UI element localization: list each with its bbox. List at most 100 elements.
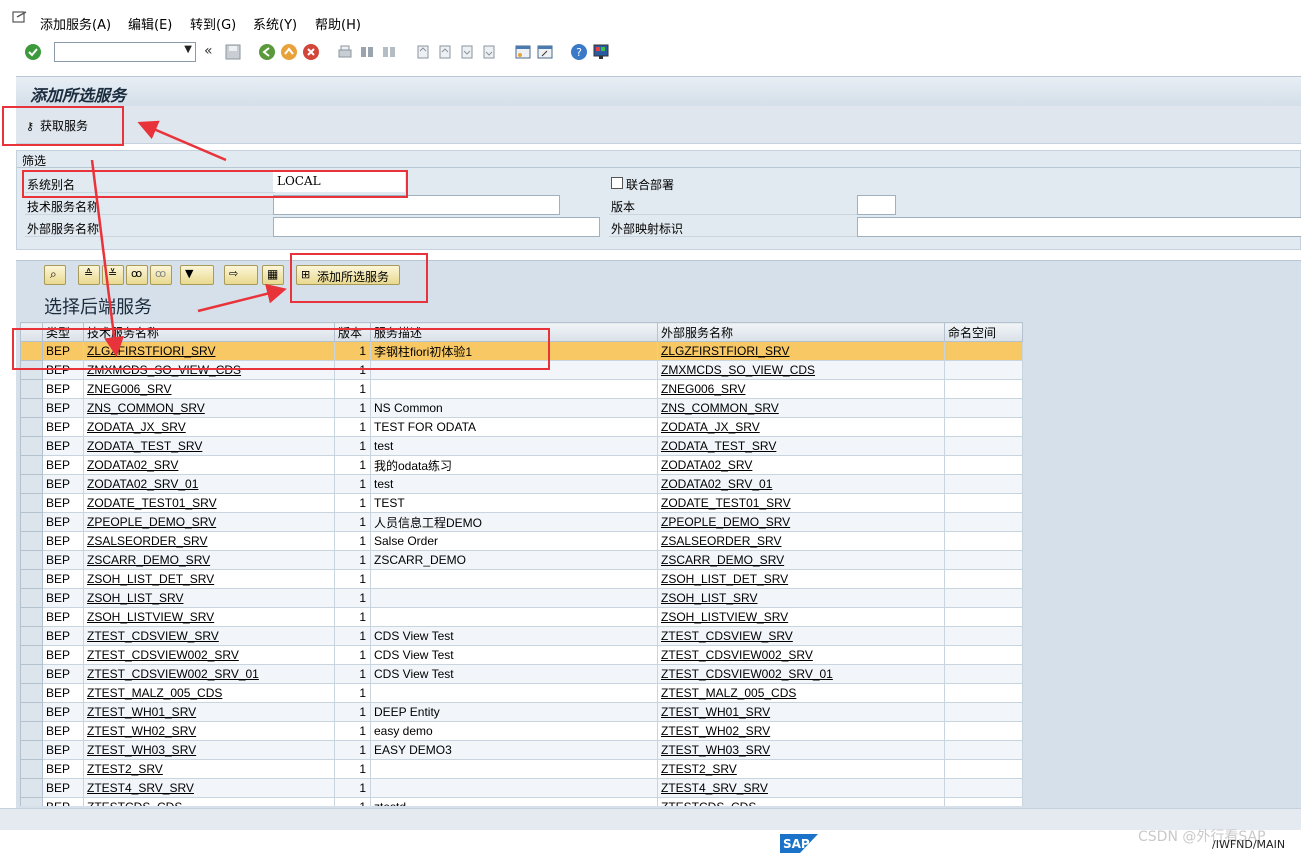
command-field[interactable]: ▼ <box>54 42 196 62</box>
row-selector[interactable] <box>20 379 43 399</box>
row-selector[interactable] <box>20 645 43 665</box>
cell-tech-name[interactable]: ZPEOPLE_DEMO_SRV <box>83 512 335 532</box>
row-selector[interactable] <box>20 702 43 722</box>
cell-ext-name[interactable]: ZODATA02_SRV_01 <box>657 474 945 494</box>
table-row[interactable]: BEP ZTEST_CDSVIEW002_SRV_01 1 CDS View Test… <box>20 664 1023 684</box>
cell-ext-name[interactable]: ZNS_COMMON_SRV <box>657 398 945 418</box>
table-row[interactable]: BEP ZTEST_CDSVIEW002_SRV 1 CDS View Test ZTE… <box>20 645 1023 665</box>
row-selector[interactable] <box>20 740 43 760</box>
table-row[interactable]: BEP ZTEST_WH01_SRV 1 DEEP Entity ZTEST_WH01_… <box>20 702 1023 722</box>
filter-button[interactable]: ▼ <box>180 265 214 285</box>
table-row[interactable]: BEP ZTEST_WH02_SRV 1 easy demo ZTEST_WH02_SR… <box>20 721 1023 741</box>
details-button[interactable]: ⌕ <box>44 265 66 285</box>
new-session-icon[interactable] <box>514 43 532 61</box>
cell-tech-name[interactable]: ZNEG006_SRV <box>83 379 335 399</box>
col-header-ext-name[interactable]: 外部服务名称 <box>657 322 945 342</box>
table-row[interactable]: BEP ZODATA_JX_SRV 1 TEST FOR ODATA ZODATA_JX… <box>20 417 1023 437</box>
ext-service-field[interactable] <box>273 217 600 237</box>
cell-tech-name[interactable]: ZTEST_WH01_SRV <box>83 702 335 722</box>
cell-ext-name[interactable]: ZPEOPLE_DEMO_SRV <box>657 512 945 532</box>
row-selector[interactable] <box>20 455 43 475</box>
row-selector[interactable] <box>20 512 43 532</box>
table-row[interactable]: BEP ZTESTCDS_CDS 1 ztestd ZTESTCDS_CDS <box>20 797 1023 806</box>
cell-ext-name[interactable]: ZSOH_LIST_SRV <box>657 588 945 608</box>
cell-ext-name[interactable]: ZTEST_MALZ_005_CDS <box>657 683 945 703</box>
cell-ext-name[interactable]: ZTEST_WH02_SRV <box>657 721 945 741</box>
version-field[interactable] <box>857 195 896 215</box>
cell-tech-name[interactable]: ZNS_COMMON_SRV <box>83 398 335 418</box>
table-row[interactable]: BEP ZODATA_TEST_SRV 1 test ZODATA_TEST_SRV <box>20 436 1023 456</box>
cell-ext-name[interactable]: ZMXMCDS_SO_VIEW_CDS <box>657 360 945 380</box>
cell-ext-name[interactable]: ZTEST_CDSVIEW002_SRV_01 <box>657 664 945 684</box>
table-row[interactable]: BEP ZTEST_MALZ_005_CDS 1 ZTEST_MALZ_005_CDS <box>20 683 1023 703</box>
cell-tech-name[interactable]: ZTEST4_SRV_SRV <box>83 778 335 798</box>
row-selector[interactable] <box>20 531 43 551</box>
find-next-icon[interactable] <box>380 43 398 61</box>
cell-ext-name[interactable]: ZODATA_JX_SRV <box>657 417 945 437</box>
table-row[interactable]: BEP ZODATE_TEST01_SRV 1 TEST ZODATE_TEST01_S… <box>20 493 1023 513</box>
cell-ext-name[interactable]: ZNEG006_SRV <box>657 379 945 399</box>
cancel-icon[interactable] <box>302 43 320 61</box>
table-row[interactable]: BEP ZTEST4_SRV_SRV 1 ZTEST4_SRV_SRV <box>20 778 1023 798</box>
cell-tech-name[interactable]: ZSCARR_DEMO_SRV <box>83 550 335 570</box>
cell-tech-name[interactable]: ZTEST_WH03_SRV <box>83 740 335 760</box>
find-next-button[interactable]: ꝏ <box>150 265 172 285</box>
col-header-namespace[interactable]: 命名空间 <box>944 322 1023 342</box>
cell-ext-name[interactable]: ZTEST_CDSVIEW_SRV <box>657 626 945 646</box>
cell-ext-name[interactable]: ZSOH_LISTVIEW_SRV <box>657 607 945 627</box>
menu-system[interactable]: 系统(Y) <box>253 14 297 33</box>
menu-goto[interactable]: 转到(G) <box>190 14 236 33</box>
shortcut-icon[interactable] <box>536 43 554 61</box>
cell-tech-name[interactable]: ZTEST_CDSVIEW002_SRV <box>83 645 335 665</box>
save-icon[interactable] <box>224 43 242 61</box>
table-row[interactable]: BEP ZTEST2_SRV 1 ZTEST2_SRV <box>20 759 1023 779</box>
table-row[interactable]: BEP ZSALSEORDER_SRV 1 Salse Order ZSALSEORDE… <box>20 531 1023 551</box>
table-row[interactable]: BEP ZODATA02_SRV_01 1 test ZODATA02_SRV_01 <box>20 474 1023 494</box>
cell-ext-name[interactable]: ZODATE_TEST01_SRV <box>657 493 945 513</box>
cell-tech-name[interactable]: ZODATA_JX_SRV <box>83 417 335 437</box>
layout-button[interactable]: ▦ <box>262 265 284 285</box>
cell-tech-name[interactable]: ZODATA_TEST_SRV <box>83 436 335 456</box>
row-selector[interactable] <box>20 588 43 608</box>
first-page-icon[interactable] <box>414 43 432 61</box>
co-deploy-checkbox[interactable] <box>611 177 623 189</box>
last-page-icon[interactable] <box>480 43 498 61</box>
table-row[interactable]: BEP ZSCARR_DEMO_SRV 1 ZSCARR_DEMO ZSCARR_DEM… <box>20 550 1023 570</box>
sort-asc-button[interactable]: ≙ <box>78 265 100 285</box>
table-row[interactable]: BEP ZSOH_LIST_SRV 1 ZSOH_LIST_SRV <box>20 588 1023 608</box>
cell-tech-name[interactable]: ZSOH_LISTVIEW_SRV <box>83 607 335 627</box>
sort-desc-button[interactable]: ≚ <box>102 265 124 285</box>
cell-ext-name[interactable]: ZSOH_LIST_DET_SRV <box>657 569 945 589</box>
cell-tech-name[interactable]: ZSOH_LIST_DET_SRV <box>83 569 335 589</box>
row-selector[interactable] <box>20 759 43 779</box>
cell-tech-name[interactable]: ZTEST_CDSVIEW002_SRV_01 <box>83 664 335 684</box>
table-row[interactable]: BEP ZNS_COMMON_SRV 1 NS Common ZNS_COMMON_SR… <box>20 398 1023 418</box>
next-page-icon[interactable] <box>458 43 476 61</box>
row-selector[interactable] <box>20 417 43 437</box>
prev-page-icon[interactable] <box>436 43 454 61</box>
row-selector[interactable] <box>20 569 43 589</box>
tech-service-field[interactable] <box>273 195 560 215</box>
table-row[interactable]: BEP ZPEOPLE_DEMO_SRV 1 人员信息工程DEMO ZPEOPLE_DE… <box>20 512 1023 532</box>
cell-ext-name[interactable]: ZTESTCDS_CDS <box>657 797 945 806</box>
ext-mapping-field[interactable] <box>857 217 1301 237</box>
row-selector[interactable] <box>20 778 43 798</box>
row-selector[interactable] <box>20 721 43 741</box>
print-icon[interactable] <box>336 43 354 61</box>
row-selector[interactable] <box>20 436 43 456</box>
cell-tech-name[interactable]: ZSOH_LIST_SRV <box>83 588 335 608</box>
cell-tech-name[interactable]: ZODATE_TEST01_SRV <box>83 493 335 513</box>
cell-ext-name[interactable]: ZODATA_TEST_SRV <box>657 436 945 456</box>
help-icon[interactable]: ? <box>570 43 588 61</box>
cell-ext-name[interactable]: ZTEST_WH01_SRV <box>657 702 945 722</box>
row-selector[interactable] <box>20 607 43 627</box>
find-icon[interactable] <box>358 43 376 61</box>
table-row[interactable]: BEP ZODATA02_SRV 1 我的odata练习 ZODATA02_SRV <box>20 455 1023 475</box>
cell-ext-name[interactable]: ZODATA02_SRV <box>657 455 945 475</box>
back-icon[interactable] <box>258 43 276 61</box>
enter-icon[interactable] <box>24 43 42 61</box>
cell-ext-name[interactable]: ZTEST_CDSVIEW002_SRV <box>657 645 945 665</box>
row-selector[interactable] <box>20 797 43 806</box>
table-row[interactable]: BEP ZNEG006_SRV 1 ZNEG006_SRV <box>20 379 1023 399</box>
cell-tech-name[interactable]: ZODATA02_SRV_01 <box>83 474 335 494</box>
